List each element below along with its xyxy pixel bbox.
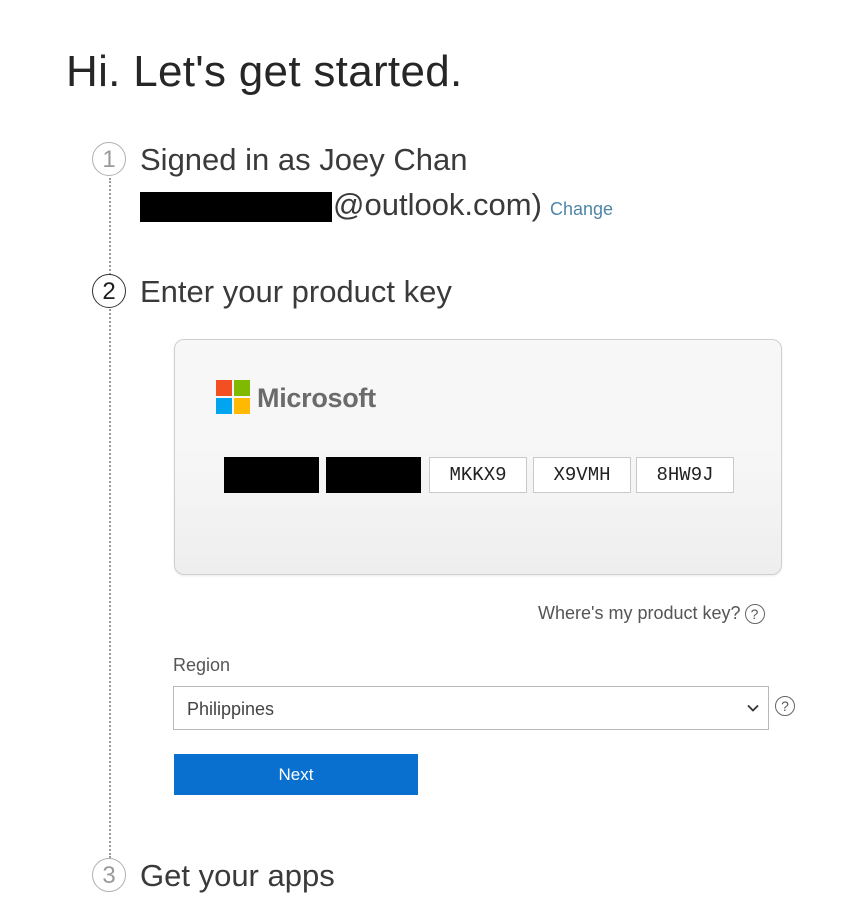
redacted-email-name <box>140 191 332 222</box>
microsoft-logo-icon <box>216 380 250 414</box>
region-select[interactable]: Philippines <box>173 686 769 730</box>
step-3-title: Get your apps <box>140 858 335 893</box>
region-selected-value: Philippines <box>187 699 275 719</box>
page-title: Hi. Let's get started. <box>66 47 463 96</box>
region-label: Region <box>173 655 231 675</box>
next-button[interactable]: Next <box>174 754 418 795</box>
step-1-number: 1 <box>92 142 126 176</box>
where-product-key-help[interactable]: Where's my product key?? <box>538 601 765 625</box>
microsoft-wordmark: Microsoft <box>257 383 376 413</box>
signed-in-email: @outlook.com) <box>140 186 542 224</box>
key-segment-2[interactable] <box>326 457 421 493</box>
key-segment-1[interactable] <box>224 457 319 493</box>
step-1-title: Signed in as Joey Chan <box>140 142 468 177</box>
region-help-question-icon[interactable]: ? <box>775 696 795 716</box>
key-segment-4[interactable]: X9VMH <box>533 457 631 493</box>
step-3-number: 3 <box>92 858 126 892</box>
change-account-link[interactable]: Change <box>550 198 613 220</box>
step-2-number: 2 <box>92 274 126 308</box>
step-2-title: Enter your product key <box>140 274 452 309</box>
chevron-down-icon <box>747 704 759 712</box>
product-key-card: Microsoft MKKX9 X9VMH 8HW9J <box>174 339 782 575</box>
email-domain: @outlook.com) <box>333 187 542 222</box>
question-circle-icon[interactable]: ? <box>744 604 765 625</box>
where-product-key-text[interactable]: Where's my product key? <box>538 603 741 623</box>
key-segment-3[interactable]: MKKX9 <box>429 457 527 493</box>
key-segment-5[interactable]: 8HW9J <box>636 457 734 493</box>
